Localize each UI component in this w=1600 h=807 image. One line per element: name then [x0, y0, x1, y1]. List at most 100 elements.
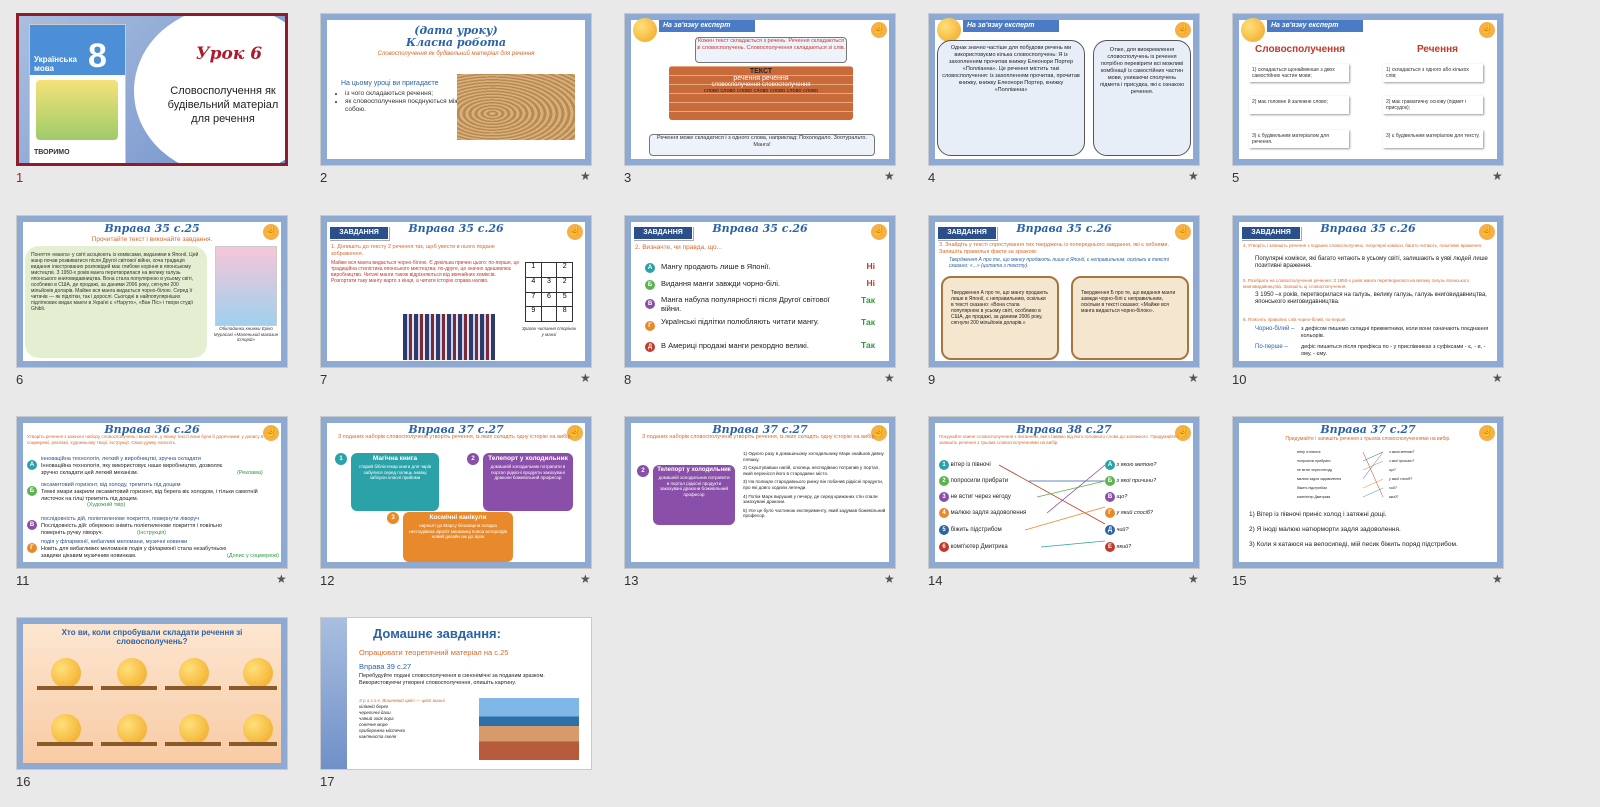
manga-shelf-image — [403, 314, 495, 360]
slide-2-canvas[interactable]: (дата уроку) Класна робота Словосполучен… — [320, 13, 592, 166]
hand-icon: ☝ — [1479, 224, 1495, 240]
manga-reading-grid: 1 2 4 3 2 7 6 5 9 8 — [525, 262, 573, 322]
expert-emoji-icon — [633, 18, 657, 42]
slide-4-canvas[interactable]: На зв'язку експерт ☝ Однак значно частіш… — [928, 13, 1200, 166]
slide-6-canvas[interactable]: Вправа 35 с.25 ☝ Прочитайте текст і вико… — [16, 215, 288, 368]
mini-right-item: з якою метою? — [1389, 450, 1415, 454]
transition-star-icon[interactable]: ★ — [580, 572, 591, 586]
slide-13-canvas[interactable]: Вправа 37 с.27 ☝ З поданих наборів слово… — [624, 416, 896, 569]
slide-thumbnail-10[interactable]: ЗАВДАННЯ Вправа 35 с.26 ☝ 4. Утворіть і … — [1232, 215, 1514, 405]
slide-15-canvas[interactable]: Вправа 37 с.27 ☝ Придумайте і запишіть р… — [1232, 416, 1504, 569]
homework-line-2: Вправа 39 с.27 — [359, 662, 412, 671]
verdict: Ні — [866, 278, 876, 288]
homework-line-1: Опрацювати теоретичний матеріал на с.25 — [359, 648, 509, 657]
smile-emoji-icon — [51, 658, 81, 688]
card-head: Телепорт у холодильник — [488, 455, 568, 462]
story-card-1: Магічна книга старий бібліотекар книги д… — [351, 453, 439, 511]
image-caption: Обкладинка книжки Еріко Мурасакі «Малень… — [213, 326, 279, 342]
transition-star-icon[interactable]: ★ — [580, 169, 591, 183]
expert-emoji-icon — [937, 18, 961, 42]
slide-11-canvas[interactable]: Вправа 36 с.26 ☝ Утворіть речення з кожн… — [16, 416, 288, 569]
slide-9-canvas[interactable]: ЗАВДАННЯ Вправа 35 с.26 ☝ 3. Знайдіть у … — [928, 215, 1200, 368]
transition-star-icon[interactable]: ★ — [1492, 169, 1503, 183]
slide-thumbnail-16[interactable]: Хто ви, коли спробували складати речення… — [16, 617, 298, 807]
book-emoji-row — [37, 714, 277, 754]
hand-icon: ☝ — [1175, 224, 1191, 240]
task-5: 5. Розібрати на словосполучення речення:… — [1243, 278, 1470, 289]
slide-thumbnail-6[interactable]: Вправа 35 с.25 ☝ Прочитайте текст і вико… — [16, 215, 298, 405]
slide-14-canvas[interactable]: Вправа 38 с.27 ☝ Поєднайте кожне словосп… — [928, 416, 1200, 569]
slide-1-canvas[interactable]: Українська мова 8 ТВОРИМО Урок 6 Словосп… — [16, 13, 288, 166]
slide-thumbnail-2[interactable]: (дата уроку) Класна робота Словосполучен… — [320, 13, 602, 203]
grid-cell — [541, 307, 557, 321]
textbook-cover: Українська мова 8 ТВОРИМО — [29, 24, 126, 163]
card-body: нарешті до Марсу безхмарна поїздка неспо… — [409, 523, 507, 539]
slide-16-canvas[interactable]: Хто ви, коли спробували складати речення… — [16, 617, 288, 770]
slide-thumbnail-15[interactable]: Вправа 37 с.27 ☝ Придумайте і запишіть р… — [1232, 416, 1514, 606]
slide-thumbnail-1[interactable]: Українська мова 8 ТВОРИМО Урок 6 Словосп… — [16, 13, 298, 203]
row-head: оксамитовий горизонт, від холоду, тремти… — [41, 482, 181, 488]
answer-row: А Мангу продають лише в Японії. Ні — [645, 261, 875, 275]
slide-thumbnail-17[interactable]: Домашнє завдання: Опрацювати теоретичний… — [320, 617, 602, 807]
story-line: 2) Скуштувавши напій, хлопець несподіван… — [743, 465, 880, 476]
slide-thumbnail-7[interactable]: ЗАВДАННЯ Вправа 35 с.26 ☝ 1. Допишіть до… — [320, 215, 602, 405]
transition-star-icon[interactable]: ★ — [1188, 169, 1199, 183]
statement: Мангу продають лише в Японії. — [661, 262, 771, 271]
verdict: Ні — [866, 261, 876, 271]
transition-star-icon[interactable]: ★ — [1188, 371, 1199, 385]
slide-title: Вправа 35 с.26 — [712, 222, 808, 235]
transition-star-icon[interactable]: ★ — [884, 572, 895, 586]
slide-number: 17 — [320, 774, 335, 789]
slide-17-canvas[interactable]: Домашнє завдання: Опрацювати теоретичний… — [320, 617, 592, 770]
slide-thumbnail-9[interactable]: ЗАВДАННЯ Вправа 35 с.26 ☝ 3. Знайдіть у … — [928, 215, 1210, 405]
statement: В Америці продажі манги рекордно великі. — [661, 341, 809, 350]
transition-star-icon[interactable]: ★ — [580, 371, 591, 385]
slide-number: 12 — [320, 573, 335, 588]
card-body: старий бібліотекар книги для чарів забул… — [358, 464, 432, 480]
slide-title-class-work: Класна робота — [406, 36, 506, 49]
slide-thumbnail-13[interactable]: Вправа 37 с.27 ☝ З поданих наборів слово… — [624, 416, 906, 606]
slide-12-canvas[interactable]: Вправа 37 с.27 ☝ З поданих наборів слово… — [320, 416, 592, 569]
row-tag: (Художній твір) — [87, 502, 126, 508]
slide-8-canvas[interactable]: ЗАВДАННЯ Вправа 35 с.26 ☝ 2. Визначте, ч… — [624, 215, 896, 368]
letter-badge: Г — [27, 543, 37, 553]
slide-thumbnail-12[interactable]: Вправа 37 с.27 ☝ З поданих наборів слово… — [320, 416, 602, 606]
row-body: Інноваційна технологія, яку використовує… — [41, 463, 223, 476]
slide-thumbnail-3[interactable]: На зв'язку експерт ☝ Кожен текст складає… — [624, 13, 906, 203]
slide-5-canvas[interactable]: На зв'язку експерт ☝ Словосполучення Реч… — [1232, 13, 1504, 166]
card-head: Магічна книга — [372, 455, 418, 462]
laughing-emoji-icon — [117, 714, 147, 744]
card-head: Космічні канікули — [429, 514, 487, 521]
grid-cell: 8 — [557, 307, 572, 321]
hand-icon: ☝ — [1479, 22, 1495, 38]
answer-6a-term: Чорно-білий – — [1255, 326, 1295, 332]
right-item: Д чий? — [1105, 525, 1129, 535]
right-item: В що? — [1105, 492, 1127, 502]
slide-7-canvas[interactable]: ЗАВДАННЯ Вправа 35 с.26 ☝ 1. Допишіть до… — [320, 215, 592, 368]
word-list: З р а з о к. Вишневий цвіт — цвіт вишні … — [359, 698, 445, 740]
exercise-row: В послідовність дій, поліетиленове покри… — [27, 516, 283, 538]
slide-thumbnail-4[interactable]: На зв'язку експерт ☝ Однак значно частіш… — [928, 13, 1210, 203]
card-number: 3 — [387, 512, 399, 524]
lesson-subtitle: Словосполучення як будівельний матеріал … — [167, 85, 279, 125]
hand-icon: ☝ — [1175, 22, 1191, 38]
transition-star-icon[interactable]: ★ — [276, 572, 287, 586]
slide-thumbnail-5[interactable]: На зв'язку експерт ☝ Словосполучення Реч… — [1232, 13, 1514, 203]
slide-thumbnail-11[interactable]: Вправа 36 с.26 ☝ Утворіть речення з кожн… — [16, 416, 298, 606]
slide-thumbnail-14[interactable]: Вправа 38 с.27 ☝ Поєднайте кожне словосп… — [928, 416, 1210, 606]
grid-caption: Зразок читання сторінок у манзі — [521, 326, 577, 337]
slide-10-canvas[interactable]: ЗАВДАННЯ Вправа 35 с.26 ☝ 4. Утворіть і … — [1232, 215, 1504, 368]
card-number: 2 — [467, 453, 479, 465]
transition-star-icon[interactable]: ★ — [884, 169, 895, 183]
mini-left-item: малюю задля задоволення — [1297, 477, 1342, 481]
transition-star-icon[interactable]: ★ — [1492, 572, 1503, 586]
right-rounded-box: Отже, для виокремлення словосполучень із… — [1093, 40, 1191, 156]
transition-star-icon[interactable]: ★ — [1492, 371, 1503, 385]
transition-star-icon[interactable]: ★ — [1188, 572, 1199, 586]
transition-star-icon[interactable]: ★ — [884, 371, 895, 385]
slide-thumbnail-8[interactable]: ЗАВДАННЯ Вправа 35 с.26 ☝ 2. Визначте, ч… — [624, 215, 906, 405]
slide-3-canvas[interactable]: На зв'язку експерт ☝ Кожен текст складає… — [624, 13, 896, 166]
hand-icon: ☝ — [871, 224, 887, 240]
letter-badge: Б — [645, 280, 655, 290]
hand-icon: ☝ — [567, 224, 583, 240]
